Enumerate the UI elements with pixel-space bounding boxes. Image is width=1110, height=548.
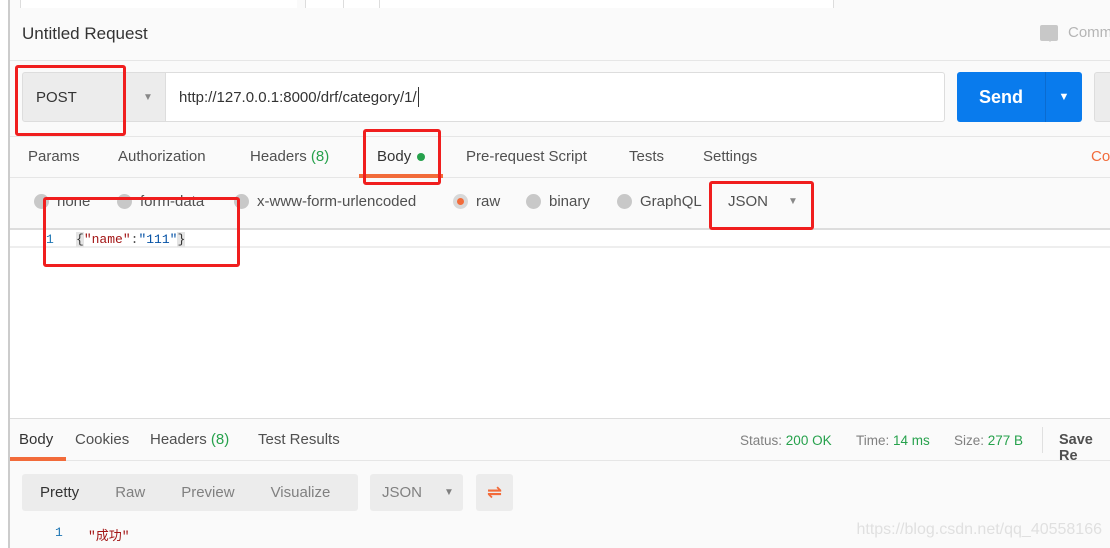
response-format-select[interactable]: JSON ▼	[370, 474, 463, 511]
url-input[interactable]: http://127.0.0.1:8000/drf/category/1/	[165, 72, 945, 122]
tab-settings[interactable]: Settings	[703, 148, 757, 165]
headers-count: (8)	[310, 148, 330, 165]
annotation-box	[709, 181, 814, 230]
headers-count: (8)	[210, 431, 230, 448]
annotation-box	[363, 129, 441, 185]
option-label: raw	[476, 193, 501, 210]
sidebar-edge	[0, 0, 10, 548]
send-dropdown-chevron-icon[interactable]: ▼	[1045, 72, 1082, 122]
annotation-box	[15, 65, 126, 136]
tab-label: Headers	[150, 431, 207, 448]
text-cursor	[417, 87, 419, 107]
tab-headers[interactable]: Headers (8)	[250, 148, 329, 165]
tab-pre-request-script[interactable]: Pre-request Script	[466, 148, 587, 165]
view-preview[interactable]: Preview	[163, 484, 252, 501]
app-tab[interactable]	[343, 0, 379, 8]
radio-x-www-form-urlencoded[interactable]: x-www-form-urlencoded	[234, 193, 416, 210]
view-pretty[interactable]: Pretty	[22, 484, 97, 501]
request-tabs: Params Authorization Headers (8) Body Pr…	[10, 136, 1110, 178]
send-label: Send	[978, 86, 1023, 107]
view-raw[interactable]: Raw	[97, 484, 163, 501]
cookies-link[interactable]: Co	[1091, 148, 1110, 165]
active-tab-underline	[10, 457, 66, 461]
time-readout: Time: 14 ms	[856, 433, 930, 448]
line-number: 1	[55, 525, 63, 540]
radio-selected-icon	[453, 194, 468, 209]
radio-icon	[526, 194, 541, 209]
tab-authorization[interactable]: Authorization	[118, 148, 206, 165]
status-readout: Status: 200 OK	[740, 433, 832, 448]
wrap-lines-icon[interactable]: ⇌	[476, 474, 513, 511]
response-tab-cookies[interactable]: Cookies	[75, 431, 129, 448]
tab-label: Headers	[250, 148, 307, 165]
save-response-button[interactable]: Save Re	[1059, 432, 1110, 464]
view-mode-segmented: Pretty Raw Preview Visualize	[22, 474, 358, 511]
view-visualize[interactable]: Visualize	[253, 484, 349, 501]
response-content: "成功"	[88, 529, 130, 544]
status-value: 200 OK	[785, 433, 832, 448]
divider	[10, 60, 1110, 61]
option-label: GraphQL	[640, 193, 702, 210]
size-label: Size:	[954, 433, 985, 448]
tab-params[interactable]: Params	[28, 148, 80, 165]
save-button[interactable]	[1094, 72, 1110, 122]
response-tab-test-results[interactable]: Test Results	[258, 431, 340, 448]
response-tab-headers[interactable]: Headers (8)	[150, 431, 229, 448]
chevron-down-icon: ▼	[444, 487, 454, 498]
app-tab[interactable]	[20, 0, 297, 8]
format-value: JSON	[382, 484, 423, 501]
radio-binary[interactable]: binary	[526, 193, 590, 210]
size-readout: Size: 277 B	[954, 433, 1023, 448]
time-value: 14 ms	[893, 433, 930, 448]
option-label: binary	[549, 193, 590, 210]
time-label: Time:	[856, 433, 890, 448]
comments-button[interactable]: Comm	[1040, 24, 1110, 42]
radio-graphql[interactable]: GraphQL	[617, 193, 702, 210]
send-button[interactable]: Send ▼	[957, 72, 1082, 122]
response-tabs: Body Cookies Headers (8) Test Results St…	[10, 419, 1110, 464]
comments-label: Comm	[1068, 24, 1110, 41]
request-title[interactable]: Untitled Request	[22, 24, 148, 44]
response-tab-body[interactable]: Body	[19, 431, 53, 448]
radio-raw[interactable]: raw	[453, 193, 500, 210]
status-label: Status:	[740, 433, 783, 448]
app-tab[interactable]	[305, 0, 343, 8]
tab-tests[interactable]: Tests	[629, 148, 664, 165]
top-tab-strip	[0, 0, 1110, 8]
annotation-box	[43, 197, 240, 267]
app-tab[interactable]	[379, 0, 834, 8]
comment-icon	[1040, 24, 1058, 42]
radio-icon	[617, 194, 632, 209]
chevron-down-icon: ▼	[143, 91, 153, 103]
response-panel: Body Cookies Headers (8) Test Results St…	[10, 418, 1110, 548]
option-label: x-www-form-urlencoded	[257, 193, 417, 210]
size-value: 277 B	[987, 433, 1024, 448]
url-value: http://127.0.0.1:8000/drf/category/1/	[179, 88, 417, 106]
watermark: https://blog.csdn.net/qq_40558166	[856, 521, 1102, 538]
